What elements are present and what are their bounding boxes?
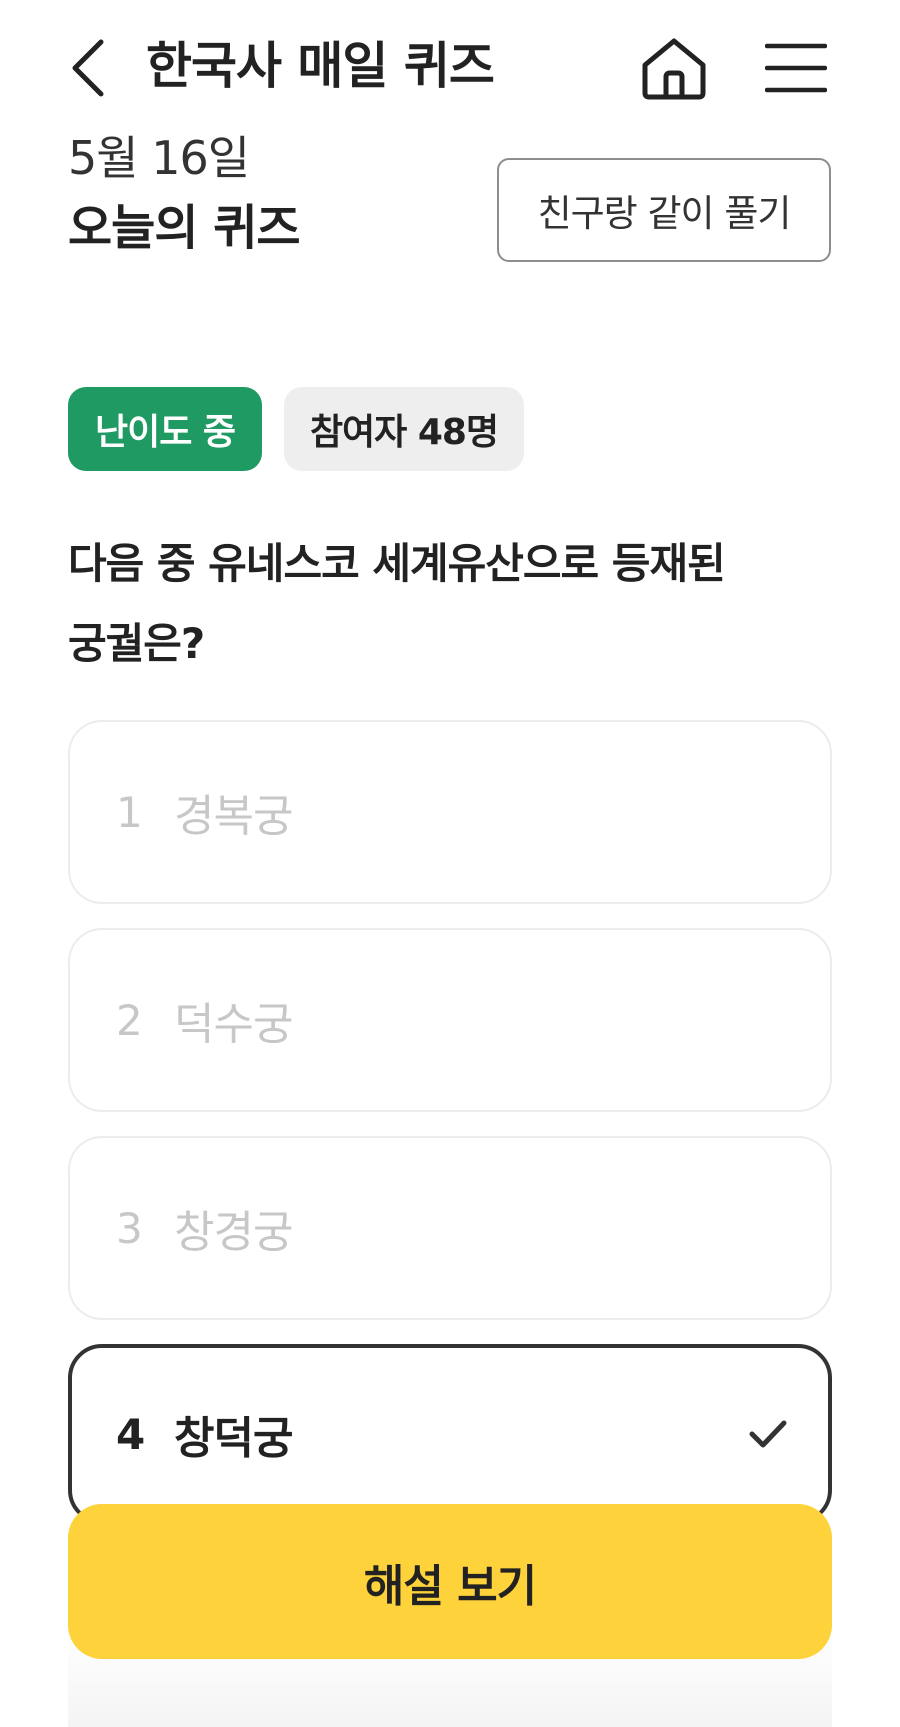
option-text: 창경궁 [174, 1207, 293, 1258]
option-text: 덕수궁 [174, 999, 293, 1050]
solve-with-friend-button[interactable]: 친구랑 같이 풀기 [497, 158, 831, 262]
answer-option-3[interactable]: 3 창경궁 [68, 1136, 832, 1320]
option-number: 2 [116, 995, 143, 1045]
back-button[interactable] [62, 34, 112, 102]
app-title: 한국사 매일 퀴즈 [146, 37, 495, 95]
hamburger-menu-icon [765, 43, 827, 93]
chevron-left-icon [72, 39, 104, 97]
question-line-2: 궁궐은? [68, 619, 205, 668]
menu-button[interactable] [762, 36, 830, 100]
answer-option-1[interactable]: 1 경복궁 [68, 720, 832, 904]
quiz-title: 오늘의 퀴즈 [68, 200, 301, 256]
question-line-1: 다음 중 유네스코 세계유산으로 등재된 [68, 539, 726, 588]
difficulty-badge: 난이도 중 [68, 387, 262, 471]
answer-option-4[interactable]: 4 창덕궁 [68, 1344, 832, 1524]
option-text: 창덕궁 [174, 1413, 293, 1464]
option-number: 4 [116, 1409, 146, 1459]
home-button[interactable] [636, 30, 712, 106]
participants-badge: 참여자 48명 [284, 387, 524, 471]
view-explanation-button[interactable]: 해설 보기 [68, 1504, 832, 1659]
check-icon [746, 1412, 790, 1456]
answer-option-2[interactable]: 2 덕수궁 [68, 928, 832, 1112]
home-icon [642, 38, 706, 100]
quiz-date: 5월 16일 [68, 131, 250, 185]
option-text: 경복궁 [174, 791, 293, 842]
app-header: 한국사 매일 퀴즈 [0, 0, 900, 135]
option-number: 3 [116, 1203, 143, 1253]
option-number: 1 [116, 787, 143, 837]
question-text: 다음 중 유네스코 세계유산으로 등재된 궁궐은? [68, 524, 848, 684]
